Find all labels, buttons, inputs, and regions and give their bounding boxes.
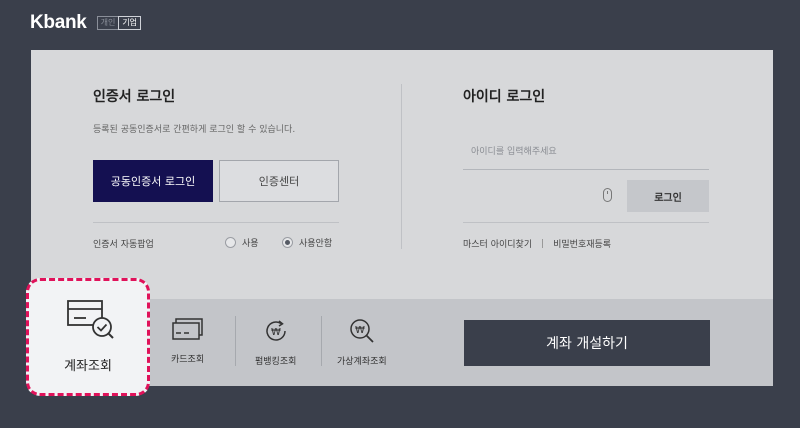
svg-text:₩: ₩ — [271, 327, 281, 338]
column-divider — [401, 84, 402, 249]
radio-checked-icon — [282, 237, 293, 248]
customer-type-toggle: 개인 기업 — [96, 16, 142, 30]
divider — [321, 316, 322, 366]
radio-not-use-label: 사용안함 — [299, 239, 333, 249]
svg-text:₩: ₩ — [355, 325, 365, 336]
tab-personal[interactable]: 개인 — [96, 16, 119, 30]
kbank-logo[interactable]: Kbank — [30, 12, 87, 34]
cert-login-button[interactable]: 공동인증서 로그인 — [93, 160, 213, 202]
cert-center-button[interactable]: 인증센터 — [219, 160, 339, 202]
firmbanking-inquiry-icon: ₩ — [265, 320, 286, 341]
quick-account-inquiry[interactable]: 계좌조회 — [26, 278, 150, 396]
id-login-button[interactable]: 로그인 — [627, 180, 709, 212]
divider — [463, 222, 709, 223]
quick-card-inquiry[interactable]: 카드조회 — [171, 318, 204, 365]
id-help-links: 마스터 아이디찾기 비밀번호재등록 — [463, 237, 611, 250]
radio-unchecked-icon — [225, 237, 236, 248]
quick-item-label: 카드조회 — [171, 355, 205, 365]
quick-item-label: 가상계좌조회 — [337, 357, 387, 367]
divider — [93, 222, 339, 223]
quick-item-label: 펌뱅킹조회 — [255, 357, 297, 367]
find-id-link[interactable]: 마스터 아이디찾기 — [463, 237, 532, 250]
header: Kbank 개인 기업 — [30, 10, 142, 36]
radio-use[interactable]: 사용 — [225, 236, 259, 249]
card-inquiry-icon — [171, 318, 203, 340]
cert-login-title: 인증서 로그인 — [93, 89, 176, 105]
quick-item-label: 계좌조회 — [64, 359, 112, 374]
quick-firmbanking-inquiry[interactable]: ₩ 펌뱅킹조회 — [255, 318, 296, 367]
reset-password-link[interactable]: 비밀번호재등록 — [553, 237, 611, 250]
divider — [235, 316, 236, 366]
auto-popup-label: 인증서 자동팝업 — [93, 240, 154, 250]
radio-use-label: 사용 — [242, 239, 259, 249]
link-separator — [542, 239, 544, 248]
radio-not-use[interactable]: 사용안함 — [282, 236, 332, 249]
cert-login-description: 등록된 공동인증서로 간편하게 로그인 할 수 있습니다. — [93, 125, 296, 135]
virtual-account-inquiry-icon: ₩ — [350, 319, 374, 343]
virtual-keyboard-icon[interactable] — [603, 188, 612, 202]
tab-business[interactable]: 기업 — [118, 16, 142, 30]
id-login-title: 아이디 로그인 — [463, 89, 546, 105]
id-input[interactable] — [463, 134, 709, 170]
account-inquiry-icon — [67, 300, 114, 339]
open-account-button[interactable]: 계좌 개설하기 — [464, 320, 710, 366]
quick-virtual-account-inquiry[interactable]: ₩ 가상계좌조회 — [337, 318, 387, 367]
